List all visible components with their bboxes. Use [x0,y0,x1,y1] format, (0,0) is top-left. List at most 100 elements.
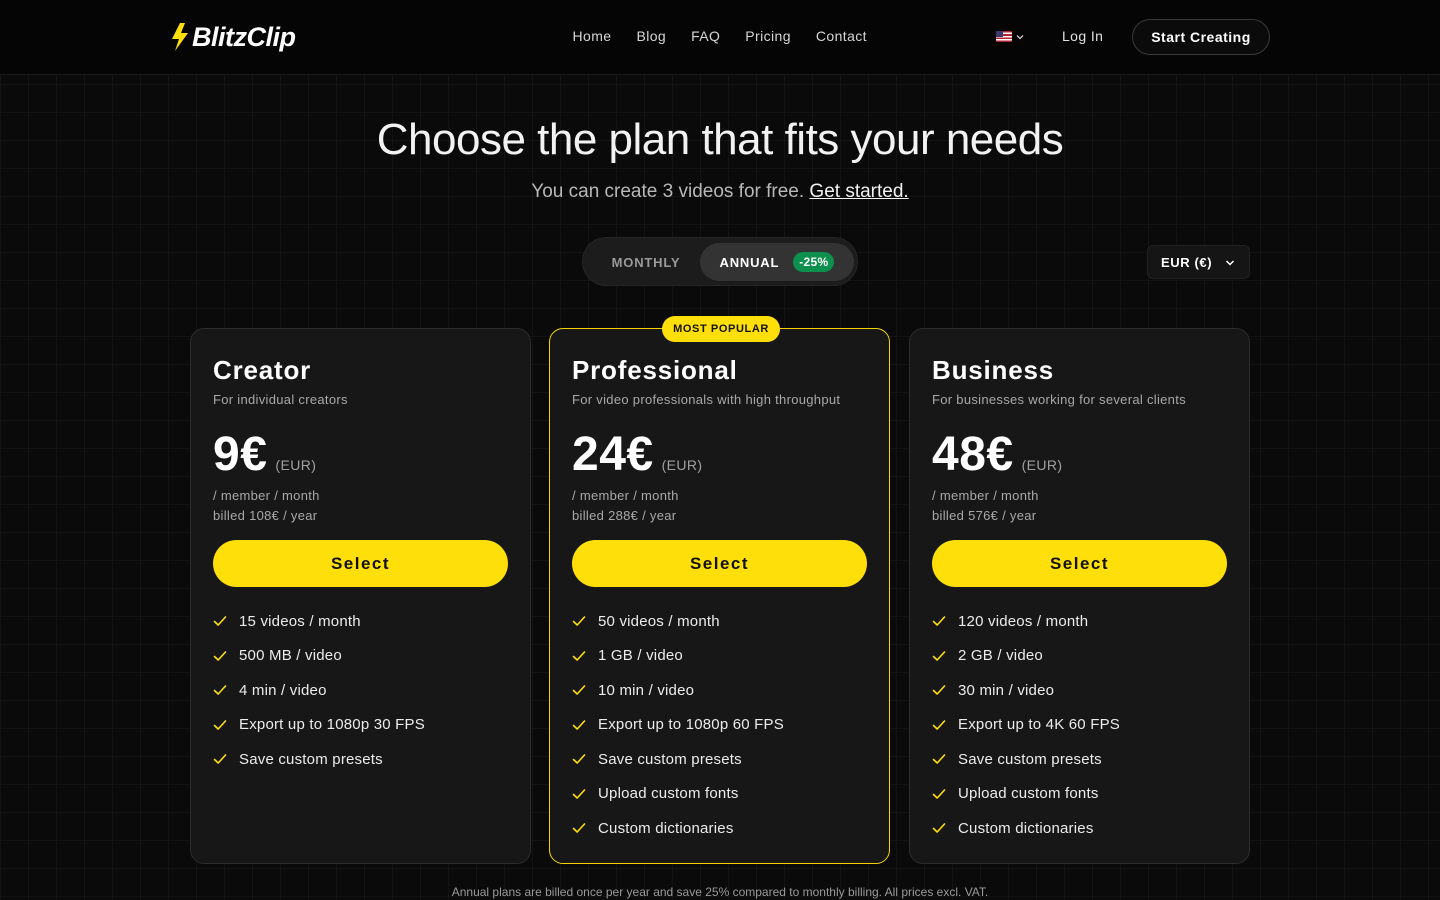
plan-description: For businesses working for several clien… [932,392,1186,407]
language-selector[interactable] [996,31,1024,42]
feature-item: 4 min / video [213,673,425,708]
feature-item: 500 MB / video [213,639,425,674]
feature-item: 15 videos / month [213,604,425,639]
feature-text: Save custom presets [598,750,742,768]
page-title: Choose the plan that fits your needs [376,115,1064,164]
plan-price: 24€ (EUR) [572,427,702,482]
plan-name: Business [932,355,1055,385]
brand-logo[interactable]: BlitzClip [169,21,296,53]
pricing-footnote: Annual plans are billed once per year an… [451,885,989,899]
feature-text: 15 videos / month [239,612,361,630]
price-amount: 24€ [572,428,654,481]
feature-text: Export up to 1080p 30 FPS [239,716,425,734]
feature-text: 2 GB / video [958,647,1043,665]
checkmark-icon [213,685,227,696]
plan-name: Professional [572,355,738,385]
feature-item: Export up to 1080p 30 FPS [213,708,425,743]
feature-item: Export up to 1080p 60 FPS [572,708,784,743]
lightning-bolt-icon [172,23,188,51]
feature-text: 30 min / video [958,681,1055,699]
top-navbar: BlitzClip Home Blog FAQ Pricing Contact … [0,0,1440,75]
price-currency: (EUR) [275,457,317,473]
billing-note: billed 288€ / year [572,508,677,523]
checkmark-icon [572,685,586,696]
feature-item: 2 GB / video [932,639,1120,674]
feature-item: Save custom presets [213,742,425,777]
checkmark-icon [932,719,946,730]
checkmark-icon [213,616,227,627]
feature-list: 120 videos / month 2 GB / video 30 min / v… [932,604,1120,846]
feature-item: 120 videos / month [932,604,1120,639]
nav-link-faq[interactable]: FAQ [691,28,720,44]
checkmark-icon [932,788,946,799]
start-creating-button[interactable]: Start Creating [1132,19,1270,55]
select-professional-button[interactable]: Select [572,540,867,587]
price-amount: 9€ [213,428,268,481]
feature-text: 4 min / video [239,681,327,699]
feature-item: Export up to 4K 60 FPS [932,708,1120,743]
checkmark-icon [213,754,227,765]
feature-item: 10 min / video [572,673,784,708]
us-flag-icon [996,31,1012,42]
nav-links: Home Blog FAQ Pricing Contact [560,28,879,44]
nav-link-home[interactable]: Home [573,28,612,44]
currency-select[interactable]: EUR (€) [1147,245,1250,279]
feature-text: Custom dictionaries [958,819,1094,837]
feature-text: Save custom presets [958,750,1102,768]
billing-note: billed 108€ / year [213,508,318,523]
annual-option[interactable]: ANNUAL -25% [700,243,854,281]
nav-link-blog[interactable]: Blog [636,28,666,44]
feature-text: 1 GB / video [598,647,683,665]
feature-text: Custom dictionaries [598,819,734,837]
price-period: / member / month [932,488,1039,503]
most-popular-badge: MOST POPULAR [662,316,780,342]
plan-description: For individual creators [213,392,348,407]
feature-item: Upload custom fonts [932,777,1120,812]
feature-item: 50 videos / month [572,604,784,639]
checkmark-icon [932,650,946,661]
monthly-option[interactable]: MONTHLY [591,243,701,281]
feature-text: Save custom presets [239,750,383,768]
checkmark-icon [572,788,586,799]
checkmark-icon [213,650,227,661]
feature-item: Custom dictionaries [572,811,784,846]
currency-value: EUR (€) [1161,254,1213,270]
checkmark-icon [932,823,946,834]
annual-label: ANNUAL [719,254,780,270]
plan-price: 9€ (EUR) [213,427,316,482]
feature-text: 120 videos / month [958,612,1089,630]
nav-link-contact[interactable]: Contact [816,28,867,44]
price-currency: (EUR) [1021,457,1063,473]
price-period: / member / month [572,488,679,503]
checkmark-icon [572,823,586,834]
checkmark-icon [572,719,586,730]
hero-subtitle-text: You can create 3 videos for free. [531,181,805,202]
hero-subtitle: You can create 3 videos for free. Get st… [0,181,1440,203]
billing-note: billed 576€ / year [932,508,1037,523]
get-started-link[interactable]: Get started. [809,181,908,202]
checkmark-icon [572,754,586,765]
feature-text: Export up to 1080p 60 FPS [598,716,784,734]
checkmark-icon [932,754,946,765]
feature-item: Custom dictionaries [932,811,1120,846]
plan-card-business: Business For businesses working for seve… [909,328,1250,864]
feature-item: 1 GB / video [572,639,784,674]
price-currency: (EUR) [661,457,703,473]
nav-link-pricing[interactable]: Pricing [745,28,791,44]
brand-name: BlitzClip [192,21,296,52]
feature-list: 50 videos / month 1 GB / video 10 min / vi… [572,604,784,846]
feature-text: Export up to 4K 60 FPS [958,716,1120,734]
login-link[interactable]: Log In [1062,28,1103,44]
checkmark-icon [932,616,946,627]
feature-text: 10 min / video [598,681,695,699]
feature-text: 50 videos / month [598,612,720,630]
select-creator-button[interactable]: Select [213,540,508,587]
discount-badge: -25% [793,252,835,272]
plan-price: 48€ (EUR) [932,427,1062,482]
feature-text: Upload custom fonts [958,785,1099,803]
feature-item: Save custom presets [932,742,1120,777]
select-business-button[interactable]: Select [932,540,1227,587]
chevron-down-icon [1225,260,1235,266]
checkmark-icon [572,616,586,627]
checkmark-icon [572,650,586,661]
